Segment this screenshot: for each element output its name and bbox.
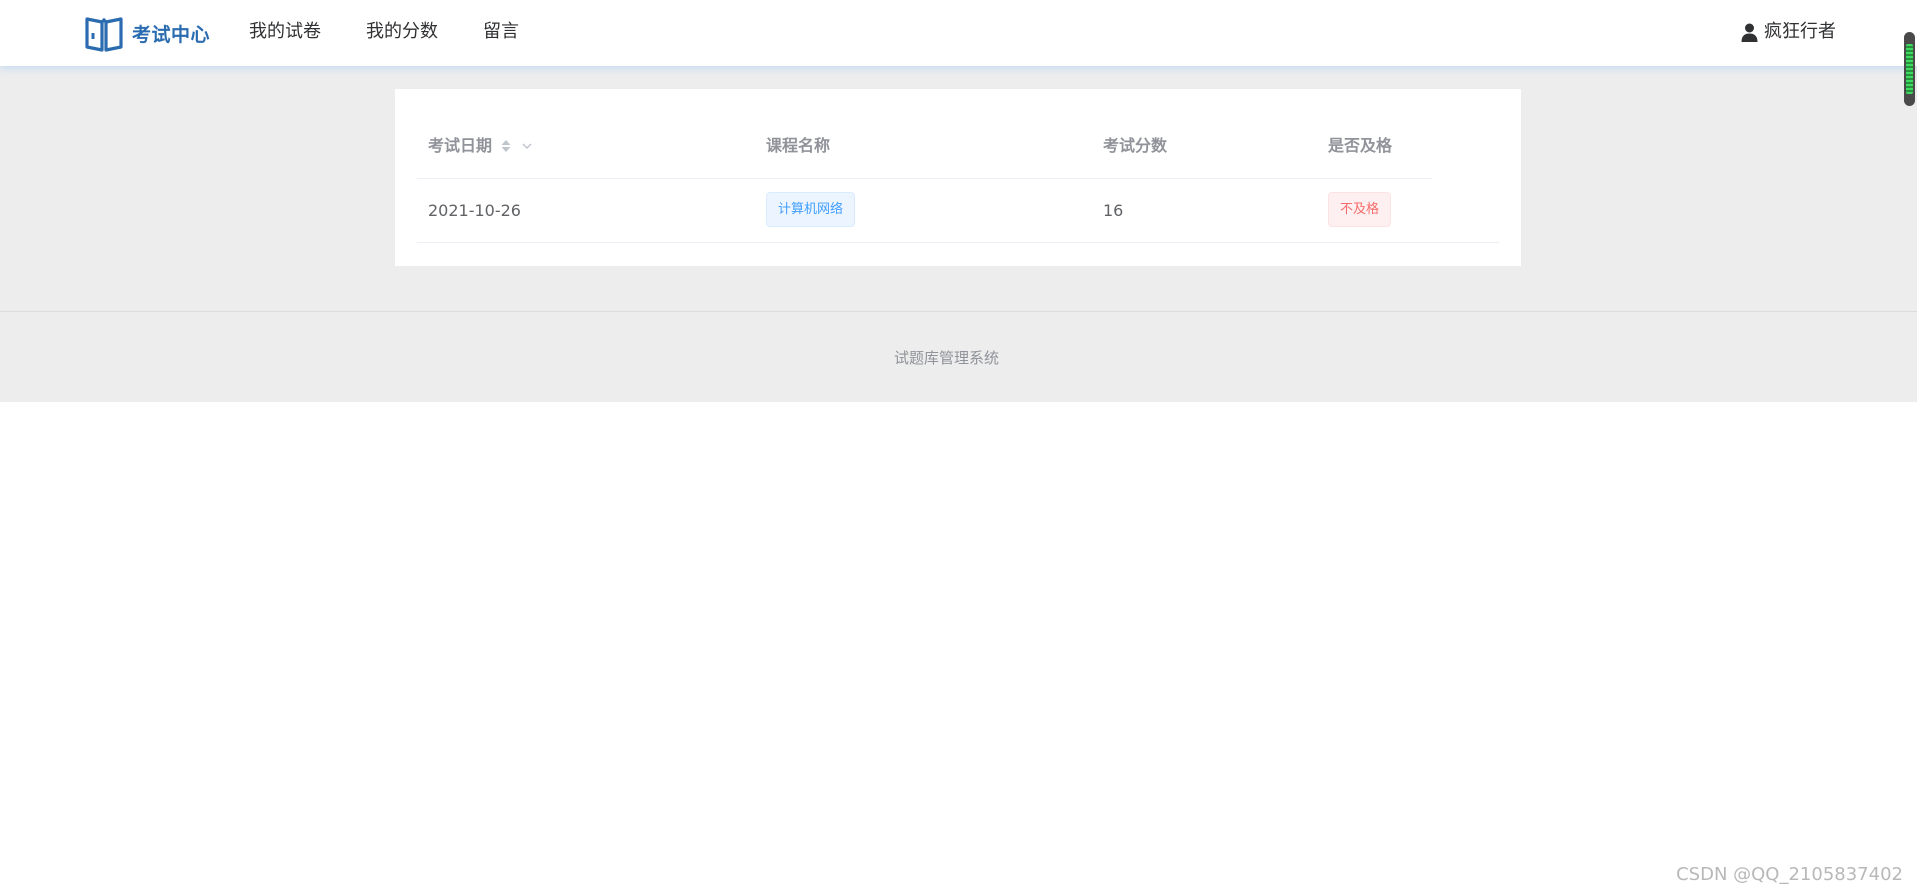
cell-score: 16 [1103, 201, 1124, 220]
user-menu[interactable]: 疯狂行者 [1741, 20, 1836, 44]
table-row[interactable]: 2021-10-26 计算机网络 16 不及格 [417, 179, 1499, 243]
open-book-icon [85, 17, 123, 52]
nav-my-papers[interactable]: 我的试卷 [249, 20, 321, 44]
column-header-label: 考试日期 [428, 136, 493, 155]
user-name: 疯狂行者 [1764, 21, 1836, 42]
column-header-course: 课程名称 [766, 136, 831, 155]
column-header-score: 考试分数 [1103, 136, 1168, 155]
column-header-pass: 是否及格 [1328, 136, 1393, 155]
sort-caret-icon[interactable] [500, 139, 512, 153]
top-navbar: 考试中心 我的试卷 我的分数 留言 疯狂行者 [0, 0, 1917, 66]
scrollbar-grip [1906, 44, 1913, 94]
row-divider [417, 242, 1499, 243]
brand-title: 考试中心 [132, 23, 211, 46]
chevron-down-icon[interactable] [522, 142, 532, 150]
cell-date: 2021-10-26 [428, 201, 521, 220]
footer-text: 试题库管理系统 [893, 349, 999, 367]
scores-table: 考试日期 课程名称 考试分数 是否及格 2021-10-26 计算机网络 16 … [417, 111, 1499, 243]
fail-tag: 不及格 [1328, 192, 1392, 227]
scores-card: 考试日期 课程名称 考试分数 是否及格 2021-10-26 计算机网络 16 … [395, 89, 1521, 266]
nav-message[interactable]: 留言 [483, 20, 519, 44]
scrollbar-thumb[interactable] [1904, 32, 1915, 106]
user-icon [1741, 23, 1758, 42]
nav-my-scores[interactable]: 我的分数 [366, 20, 438, 44]
table-header: 考试日期 课程名称 考试分数 是否及格 [417, 111, 1499, 179]
footer: 试题库管理系统 [0, 311, 1917, 402]
watermark: CSDN @QQ_2105837402 [1676, 864, 1903, 885]
main-content: 考试日期 课程名称 考试分数 是否及格 2021-10-26 计算机网络 16 … [0, 66, 1917, 311]
brand-logo[interactable]: 考试中心 [84, 12, 210, 54]
column-header-date[interactable]: 考试日期 [428, 135, 532, 157]
course-tag: 计算机网络 [766, 192, 856, 227]
